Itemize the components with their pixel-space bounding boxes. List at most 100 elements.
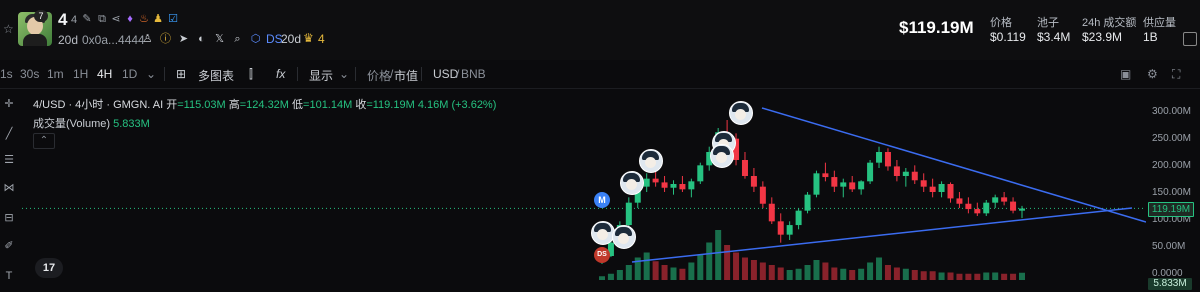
ds-marker[interactable]: DS	[594, 247, 610, 263]
toggle-separator: /	[456, 67, 460, 81]
candle	[750, 176, 757, 187]
holder-icon[interactable]: ♙	[141, 33, 154, 46]
multi-chart-button[interactable]: 多图表	[198, 67, 234, 84]
candle	[1019, 208, 1025, 211]
chevron-down-icon[interactable]: ⌄	[146, 67, 156, 81]
volume-bar	[741, 257, 748, 280]
fullscreen-icon[interactable]: ⛶	[1172, 67, 1180, 82]
volume-bar	[858, 268, 865, 280]
tf-1d[interactable]: 1D	[122, 67, 137, 81]
trade-marker[interactable]	[729, 101, 753, 125]
edit-icon[interactable]: ✎	[81, 13, 93, 25]
copy-icon[interactable]: ⧉	[96, 13, 108, 25]
current-price-label: 119.19M	[1148, 202, 1194, 217]
volume-bar	[804, 265, 811, 280]
stat-volume-value: $23.9M	[1082, 30, 1123, 44]
candle	[670, 184, 677, 188]
avatar-badge: 7	[34, 10, 48, 22]
crown-icon: ♛	[303, 31, 314, 45]
candle	[741, 160, 748, 176]
divider	[297, 67, 298, 81]
volume-bar	[1010, 273, 1017, 280]
candle	[661, 182, 668, 188]
volume-bar	[938, 272, 945, 280]
tradingview-logo[interactable]: 17	[35, 258, 63, 278]
verified-icon[interactable]: ☑	[167, 13, 179, 25]
warning-icon[interactable]: ⓘ	[159, 33, 172, 46]
quote-usd[interactable]: USD	[433, 67, 458, 81]
volume-bar	[1019, 272, 1025, 280]
volume-bar	[706, 242, 713, 280]
quote-bnb[interactable]: BNB	[461, 67, 486, 81]
chevron-down-icon[interactable]: ⌄	[339, 67, 349, 81]
camera-icon[interactable]: ▣	[1120, 67, 1131, 81]
candle	[929, 186, 936, 192]
price-chart[interactable]	[0, 88, 1146, 292]
mcap-toggle[interactable]: 市值	[394, 67, 418, 84]
flame-icon[interactable]: ♨	[138, 13, 150, 25]
volume-bar	[822, 262, 829, 280]
volume-bar	[849, 270, 856, 280]
divider	[164, 67, 165, 81]
trade-marker[interactable]	[710, 144, 734, 168]
candle	[777, 221, 784, 235]
candle-type-icon[interactable]: ⫿	[249, 67, 253, 82]
settings-icon[interactable]: ⚙	[1147, 67, 1158, 81]
y-tick: 300.00M	[1152, 106, 1191, 117]
divider	[421, 67, 422, 81]
volume-bar	[670, 267, 677, 280]
volume-bar	[777, 267, 784, 280]
volume-bar	[599, 276, 605, 280]
display-button[interactable]: 显示	[309, 67, 333, 84]
migration-marker[interactable]: M	[594, 192, 610, 208]
tf-4h[interactable]: 4H	[97, 67, 112, 81]
contract-address[interactable]: 0x0a...4444	[82, 33, 145, 47]
trade-marker[interactable]	[612, 225, 636, 249]
candle	[697, 165, 704, 182]
token-age: 20d	[58, 33, 79, 47]
website-icon[interactable]: ◐	[195, 33, 208, 46]
candle	[902, 171, 909, 176]
candle	[911, 171, 918, 181]
search-icon[interactable]: ⌕	[231, 33, 244, 46]
stat-pool-value: $3.4M	[1037, 30, 1071, 44]
price-axis[interactable]: 300.00M 250.00M 200.00M 150.00M 100.00M …	[1146, 96, 1200, 292]
tf-1h[interactable]: 1H	[73, 67, 88, 81]
formula-icon[interactable]: fx	[276, 67, 285, 81]
trendline-lower[interactable]	[631, 207, 1133, 263]
trade-marker[interactable]	[620, 171, 644, 195]
candle	[831, 177, 838, 187]
token-header: ☆ 7 4 4 ✎ ⧉ ⋖ ♦ ♨ ♟ ☑ 20d 0x0a...4444 ♙ …	[0, 0, 1200, 61]
volume-bar	[893, 267, 900, 280]
add-indicator-icon[interactable]: ⊞	[176, 67, 186, 81]
tf-30s[interactable]: 30s	[20, 67, 39, 81]
candle	[822, 173, 829, 178]
dexscreener-icon[interactable]: ⬡	[249, 33, 262, 46]
y-tick: 150.00M	[1152, 187, 1191, 198]
expand-icon[interactable]	[1183, 32, 1197, 46]
candle	[867, 162, 874, 182]
candle	[938, 184, 945, 192]
trade-marker[interactable]	[639, 149, 663, 173]
tf-1m[interactable]: 1m	[47, 67, 64, 81]
trendline-upper[interactable]	[761, 107, 1146, 223]
candle	[625, 202, 632, 226]
candle	[920, 180, 927, 187]
volume-bar	[876, 257, 883, 280]
volume-bar	[768, 265, 775, 280]
price-toggle[interactable]: 价格	[367, 67, 391, 84]
candle	[884, 152, 891, 167]
sparkle-icon[interactable]: ♦	[124, 13, 136, 25]
twitter-icon[interactable]: 𝕏	[213, 33, 226, 46]
star-icon[interactable]: ☆	[3, 23, 14, 35]
volume-bar	[956, 273, 963, 280]
people-icon[interactable]: ♟	[152, 13, 164, 25]
candle	[876, 152, 883, 163]
volume-bar	[733, 252, 740, 280]
volume-bar	[724, 245, 731, 280]
share-icon[interactable]: ⋖	[110, 13, 122, 25]
divider	[355, 67, 356, 81]
tf-1s[interactable]: 1s	[0, 67, 13, 81]
telegram-icon[interactable]: ➤	[177, 33, 190, 46]
candle	[1001, 197, 1008, 202]
